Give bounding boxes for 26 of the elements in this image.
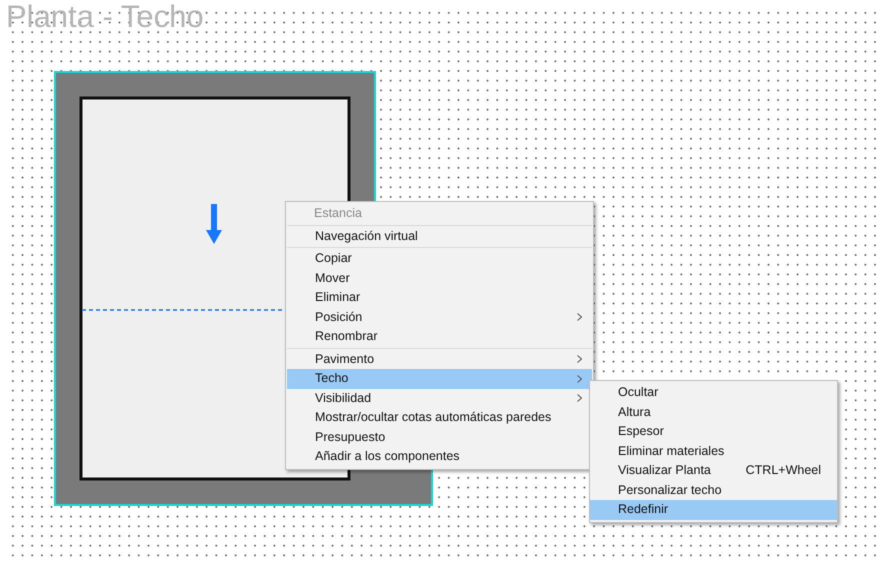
arrow-down-icon [206, 204, 222, 244]
view-title: Planta - Techo [6, 0, 204, 36]
menu-item[interactable]: Espesor [590, 422, 837, 442]
menu-item[interactable]: Mover [287, 268, 592, 288]
menu-item[interactable]: Ocultar [590, 383, 837, 402]
menu-item[interactable]: Renombrar [287, 327, 592, 346]
menu-item[interactable]: Techo [287, 369, 592, 388]
chevron-right-icon [577, 374, 582, 383]
menu-item[interactable]: Añadir a los componentes [287, 447, 592, 466]
menu-item[interactable]: Altura [590, 402, 837, 422]
menu-item[interactable]: Visualizar Planta CTRL+Wheel [590, 461, 837, 480]
menu-item[interactable]: Eliminar materiales [590, 442, 837, 461]
menu-item[interactable]: Copiar [287, 249, 592, 268]
menu-item[interactable]: Eliminar [287, 288, 592, 308]
menu-item[interactable]: Visibilidad [287, 388, 592, 408]
chevron-right-icon [577, 313, 582, 322]
chevron-right-icon [577, 355, 582, 364]
shortcut-label: CTRL+Wheel [746, 462, 821, 480]
menu-item[interactable]: Posición [287, 308, 592, 327]
menu-item[interactable]: Redefinir [590, 500, 837, 520]
menu-item[interactable]: Personalizar techo [590, 480, 837, 500]
chevron-right-icon [577, 394, 582, 402]
menu-item[interactable]: Presupuesto [287, 428, 592, 447]
menu-item[interactable]: Navegación virtual [287, 226, 592, 246]
menu-item[interactable]: Pavimento [287, 350, 592, 369]
menu-item[interactable]: Mostrar/ocultar cotas automáticas paredes [287, 408, 592, 428]
